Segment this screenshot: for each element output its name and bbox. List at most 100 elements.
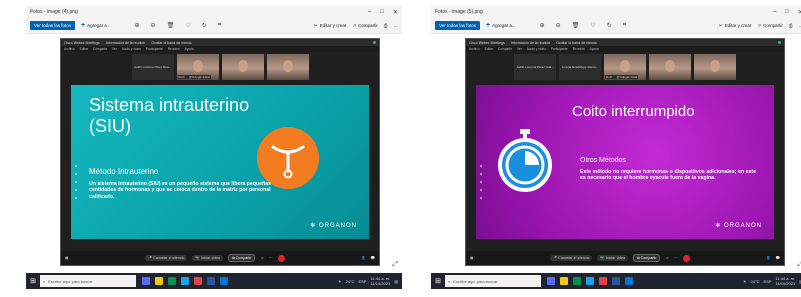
leave-meeting-button[interactable]: [277, 254, 285, 262]
all-photos-button[interactable]: Ver todas las fotos: [30, 21, 76, 30]
menu-item[interactable]: Ayuda: [185, 47, 194, 51]
participants-icon[interactable]: 👤: [766, 256, 770, 260]
emoji-icon[interactable]: ☺: [665, 256, 669, 260]
file-explorer-icon[interactable]: [560, 277, 568, 285]
expand-icon[interactable]: ⤢: [392, 261, 398, 269]
minimize-icon[interactable]: –: [368, 9, 371, 16]
zoom-out-icon[interactable]: ⊖: [556, 22, 561, 29]
store-icon[interactable]: [573, 277, 581, 285]
participant-tile[interactable]: Ruth ... @Gdpgamidsal: [604, 54, 646, 80]
unmute-button[interactable]: 🎤 Cancelar el silencio: [549, 255, 593, 261]
participant-tile[interactable]: Judith Lorenna Pérez Hua...: [514, 54, 556, 80]
delete-icon[interactable]: 🗑: [167, 22, 175, 29]
grid-icon[interactable]: ▦: [65, 256, 68, 260]
start-video-button[interactable]: 📷 Iniciar video: [597, 255, 629, 261]
menu-item[interactable]: Editar: [80, 47, 88, 51]
photos-icon[interactable]: [625, 277, 633, 285]
meeting-info-link[interactable]: Información de la reunión: [106, 41, 146, 45]
file-explorer-icon[interactable]: [155, 277, 163, 285]
grid-icon[interactable]: ▦: [470, 256, 473, 260]
task-view-icon[interactable]: [547, 277, 555, 285]
store-icon[interactable]: [168, 277, 176, 285]
photos-icon[interactable]: [220, 277, 228, 285]
menu-item[interactable]: Ver: [112, 47, 117, 51]
windows-start-icon[interactable]: ⊞: [431, 273, 445, 289]
participant-tile[interactable]: Ruth ... @Gdpgamidsal: [176, 54, 219, 80]
participant-tile[interactable]: Judith Lorenna Pérez Hua...: [131, 54, 174, 80]
rotate-icon[interactable]: ↻: [202, 22, 207, 29]
crop-icon[interactable]: ⌗: [623, 22, 626, 29]
leave-meeting-button[interactable]: [682, 254, 690, 262]
edit-create-button[interactable]: ✂ Editar y crear: [719, 23, 752, 29]
zoom-in-icon[interactable]: ⊕: [540, 22, 545, 29]
participant-tile[interactable]: [221, 54, 264, 80]
taskbar-clock[interactable]: 11:44 a. m. 11/10/2021: [370, 276, 390, 286]
zoom-out-icon[interactable]: ⊖: [151, 22, 156, 29]
zoom-in-icon[interactable]: ⊕: [135, 22, 140, 29]
menu-item[interactable]: Participante: [551, 47, 568, 51]
taskbar-clock[interactable]: 11:44 a. m. 11/10/2021: [775, 276, 795, 286]
more-icon[interactable]: …: [394, 23, 399, 28]
add-to-button[interactable]: + Agregar a...: [81, 22, 111, 29]
menu-item[interactable]: Archivo: [469, 47, 480, 51]
unmute-button[interactable]: 🎤 Cancelar el silencio: [144, 255, 188, 261]
share-screen-button[interactable]: ⧉ Compartir: [228, 254, 256, 262]
print-icon[interactable]: ⎙: [384, 23, 388, 28]
participant-tile[interactable]: [694, 54, 736, 80]
word-icon[interactable]: [612, 277, 620, 285]
menu-item[interactable]: Compartir: [498, 47, 512, 51]
weather-icon[interactable]: ☀: [338, 279, 342, 284]
menu-item[interactable]: Ayuda: [590, 47, 599, 51]
menu-item[interactable]: Reunión: [168, 47, 180, 51]
weather-icon[interactable]: ☀: [743, 279, 747, 284]
language-indicator[interactable]: ESP: [358, 279, 366, 284]
hide-menu-link[interactable]: Ocultar la barra de menús: [556, 41, 596, 45]
menu-item[interactable]: Participante: [146, 47, 163, 51]
chrome-icon[interactable]: [194, 277, 202, 285]
language-indicator[interactable]: ESP: [763, 279, 771, 284]
minimize-icon[interactable]: –: [773, 9, 776, 16]
favorite-icon[interactable]: ♡: [590, 22, 595, 29]
menu-item[interactable]: Ver: [517, 47, 522, 51]
start-video-button[interactable]: 📷 Iniciar video: [192, 255, 224, 261]
expand-icon[interactable]: ⤢: [797, 261, 801, 269]
add-to-button[interactable]: + Agregar a...: [486, 22, 516, 29]
word-icon[interactable]: [207, 277, 215, 285]
more-options-icon[interactable]: ⋯: [674, 256, 678, 260]
edge-icon[interactable]: [586, 277, 594, 285]
chat-icon[interactable]: 💬: [371, 256, 375, 260]
share-button[interactable]: ↗ Compartir: [757, 23, 783, 29]
menu-item[interactable]: Reunión: [573, 47, 585, 51]
edit-create-button[interactable]: ✂ Editar y crear: [314, 23, 347, 29]
emoji-icon[interactable]: ☺: [260, 256, 264, 260]
chat-icon[interactable]: 💬: [776, 256, 780, 260]
meeting-info-link[interactable]: Información de la reunión: [511, 41, 551, 45]
participant-tile[interactable]: [649, 54, 691, 80]
delete-icon[interactable]: 🗑: [572, 22, 580, 29]
taskbar-search[interactable]: ⌕ Escribe aquí para buscar: [445, 275, 541, 287]
participant-tile[interactable]: Lorena Guadalupe Alarco...: [559, 54, 601, 80]
hide-menu-link[interactable]: Ocultar la barra de menús: [151, 41, 191, 45]
crop-icon[interactable]: ⌗: [218, 22, 221, 29]
menu-item[interactable]: Audio y video: [122, 47, 141, 51]
close-icon[interactable]: ✕: [393, 9, 398, 16]
favorite-icon[interactable]: ♡: [185, 22, 190, 29]
windows-start-icon[interactable]: ⊞: [26, 273, 40, 289]
share-screen-button[interactable]: ⧉ Compartir: [633, 254, 661, 262]
taskbar-search[interactable]: ⌕ Escribe aquí para buscar: [40, 275, 136, 287]
menu-item[interactable]: Audio y video: [527, 47, 546, 51]
participants-icon[interactable]: 👤: [361, 256, 365, 260]
menu-item[interactable]: Archivo: [64, 47, 75, 51]
all-photos-button[interactable]: Ver todas las fotos: [435, 21, 481, 30]
chrome-icon[interactable]: [599, 277, 607, 285]
notifications-icon[interactable]: ▤: [394, 279, 398, 284]
print-icon[interactable]: ⎙: [789, 23, 793, 28]
participant-tile[interactable]: [266, 54, 309, 80]
edge-icon[interactable]: [181, 277, 189, 285]
menu-item[interactable]: Compartir: [93, 47, 107, 51]
menu-item[interactable]: Editar: [485, 47, 493, 51]
more-options-icon[interactable]: ⋯: [269, 256, 273, 260]
share-button[interactable]: ↗ Compartir: [352, 23, 378, 29]
maximize-icon[interactable]: □: [785, 9, 789, 16]
maximize-icon[interactable]: □: [380, 9, 384, 16]
